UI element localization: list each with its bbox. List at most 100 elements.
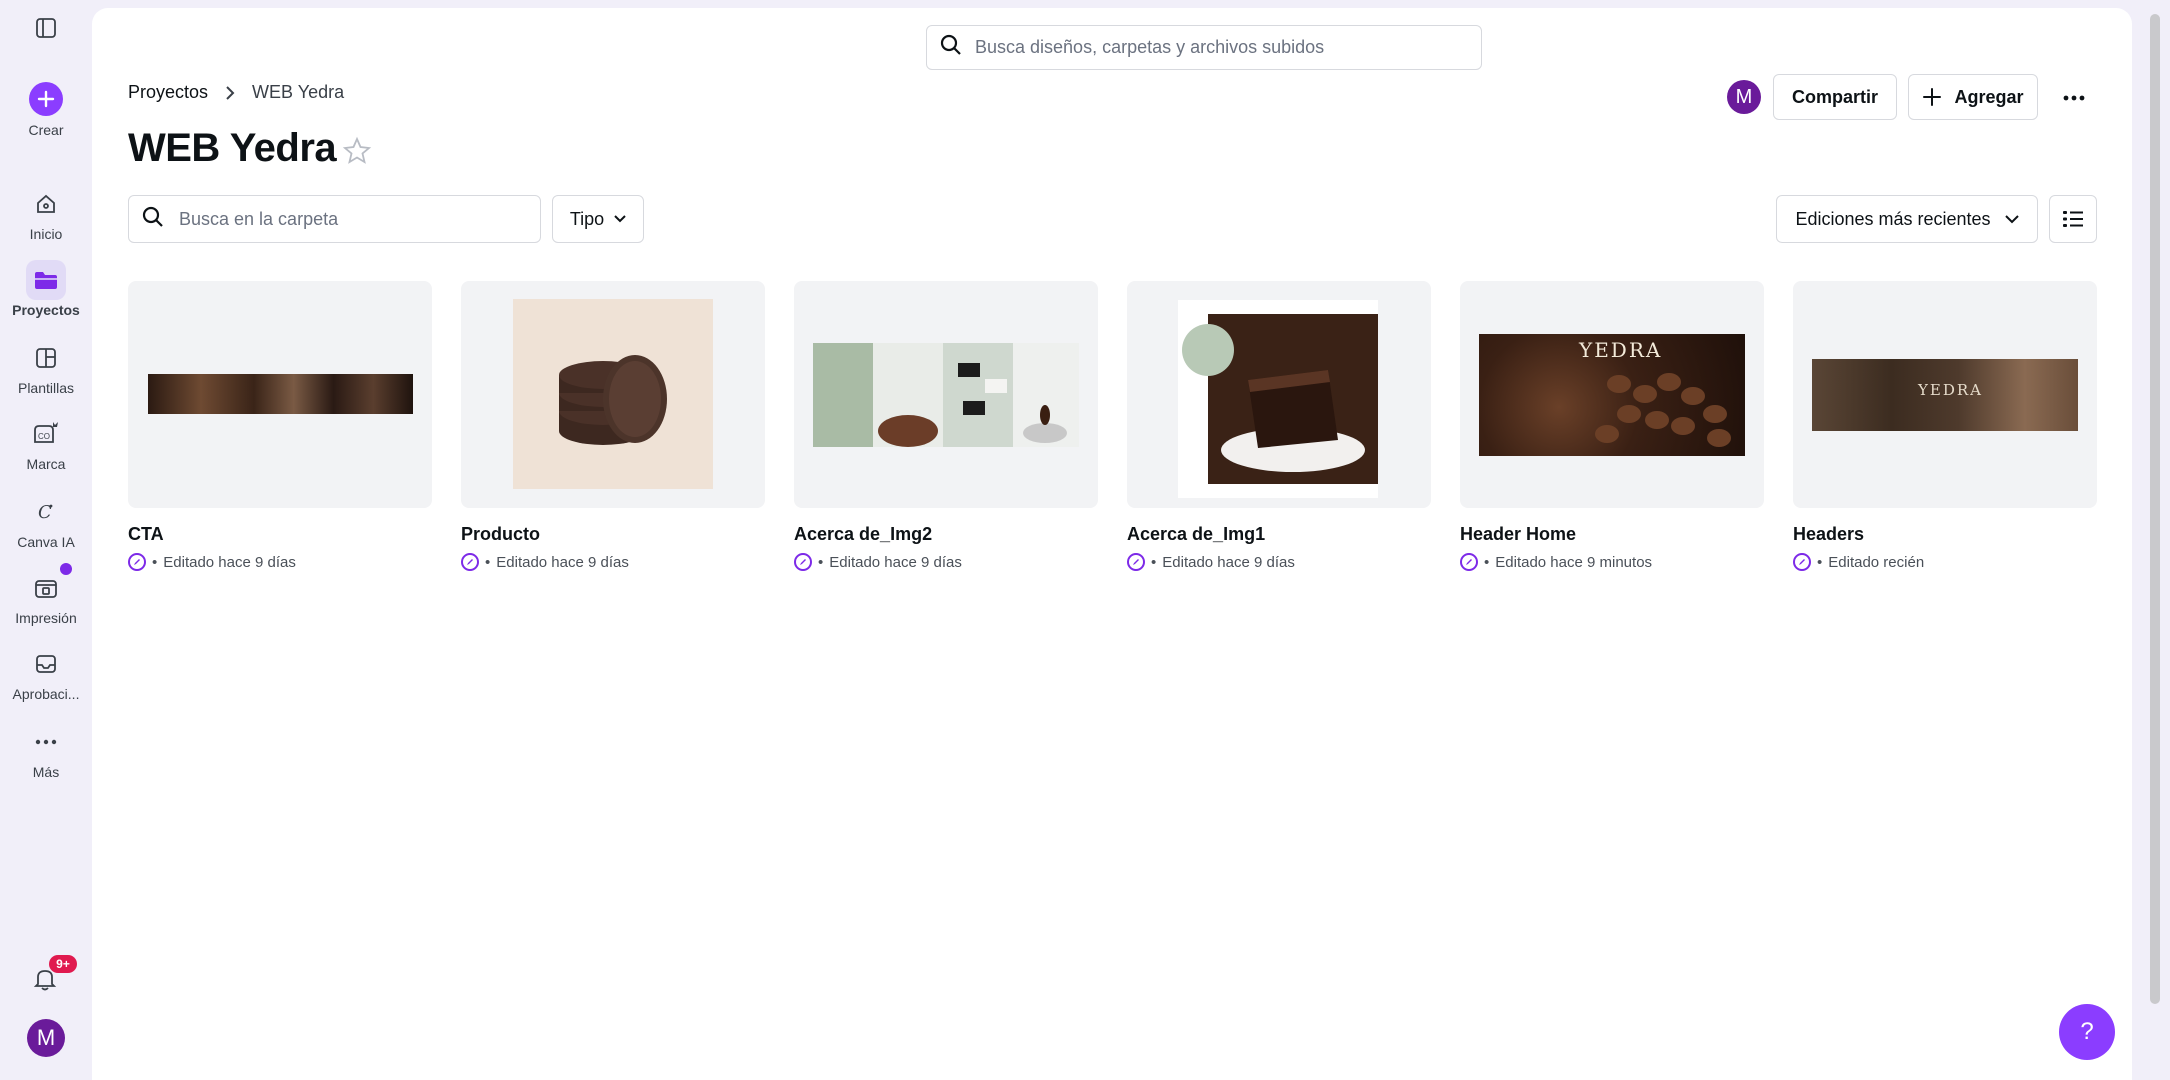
brand-icon: CO <box>26 414 66 454</box>
design-meta: • Editado hace 9 días <box>1127 553 1431 571</box>
sidebar-item-home[interactable]: Inicio <box>0 184 92 242</box>
add-button[interactable]: Agregar <box>1908 74 2038 120</box>
logo-text: YEDRA <box>1918 381 1984 399</box>
design-thumbnail[interactable]: YEDRA <box>1460 281 1764 508</box>
star-icon[interactable] <box>342 136 372 171</box>
home-icon <box>26 184 66 224</box>
design-meta: • Editado recién <box>1793 553 2097 571</box>
sidebar-item-canva-ai[interactable]: C Canva IA <box>0 492 92 550</box>
page-title: WEB Yedra <box>128 126 337 170</box>
design-title[interactable]: Producto <box>461 524 765 545</box>
sidebar-item-label: Canva IA <box>17 534 75 550</box>
design-edited-text: Editado hace 9 días <box>829 553 962 571</box>
sidebar-item-more[interactable]: Más <box>0 722 92 780</box>
design-meta: • Editado hace 9 días <box>461 553 765 571</box>
add-button-label: Agregar <box>1954 86 2024 107</box>
design-card[interactable]: YEDRA Headers • Editado recién <box>1793 281 2097 571</box>
edit-icon <box>794 553 812 571</box>
collaborator-avatar[interactable]: M <box>1727 80 1761 114</box>
sidebar-item-approvals[interactable]: Aprobaci... <box>0 644 92 702</box>
canva-ai-icon: C <box>26 492 66 532</box>
headers-image: YEDRA <box>1812 359 2078 431</box>
design-thumbnail[interactable] <box>794 281 1098 508</box>
design-thumbnail[interactable] <box>128 281 432 508</box>
sidebar-item-create[interactable]: Crear <box>0 82 92 138</box>
header-home-image: YEDRA <box>1479 334 1745 456</box>
folder-icon <box>26 260 66 300</box>
edit-icon <box>128 553 146 571</box>
sidebar-item-print[interactable]: Impresión <box>0 568 92 626</box>
design-card[interactable]: YEDRA Header Home • Editado hace 9 minut… <box>1460 281 1764 571</box>
search-icon <box>141 205 165 234</box>
global-search-input[interactable]: Busca diseños, carpetas y archivos subid… <box>926 25 1482 70</box>
sidebar-item-label: Inicio <box>29 226 63 242</box>
search-placeholder: Busca diseños, carpetas y archivos subid… <box>975 37 1325 57</box>
sidebar-item-label: Marca <box>26 456 66 472</box>
product-image <box>513 299 713 489</box>
print-shop-icon <box>26 568 66 608</box>
chevron-down-icon <box>2004 214 2019 224</box>
design-meta: • Editado hace 9 días <box>128 553 432 571</box>
help-button[interactable]: ? <box>2059 1004 2115 1060</box>
design-title[interactable]: CTA <box>128 524 432 545</box>
design-card[interactable]: Acerca de_Img2 • Editado hace 9 días <box>794 281 1098 571</box>
design-meta: • Editado hace 9 minutos <box>1460 553 1764 571</box>
design-card[interactable]: Producto • Editado hace 9 días <box>461 281 765 571</box>
sidebar-item-label: Impresión <box>15 610 77 626</box>
sidebar-item-label: Plantillas <box>17 380 75 396</box>
logo-text: YEDRA <box>1579 338 1663 362</box>
new-badge-dot <box>60 563 72 575</box>
design-title[interactable]: Headers <box>1793 524 2097 545</box>
folder-search-placeholder: Busca en la carpeta <box>179 208 339 229</box>
sidebar-item-label: Aprobaci... <box>12 686 80 702</box>
more-horizontal-icon <box>26 722 66 762</box>
design-thumbnail[interactable]: YEDRA <box>1793 281 2097 508</box>
design-title[interactable]: Acerca de_Img1 <box>1127 524 1431 545</box>
design-title[interactable]: Header Home <box>1460 524 1764 545</box>
edit-icon <box>461 553 479 571</box>
sidebar-toggle-icon[interactable] <box>34 16 58 40</box>
edit-icon <box>1460 553 1478 571</box>
type-filter-dropdown[interactable]: Tipo <box>552 195 644 243</box>
breadcrumb-item-projects[interactable]: Proyectos <box>128 82 208 103</box>
scrollbar[interactable] <box>2150 14 2160 1004</box>
design-edited-text: Editado hace 9 minutos <box>1495 553 1653 571</box>
design-edited-text: Editado hace 9 días <box>496 553 629 571</box>
chevron-right-icon <box>224 85 236 101</box>
share-button[interactable]: Compartir <box>1773 74 1897 120</box>
template-icon <box>26 338 66 378</box>
sidebar-item-templates[interactable]: Plantillas <box>0 338 92 396</box>
more-options-icon[interactable] <box>2056 84 2092 112</box>
sidebar-item-label: Crear <box>28 122 64 138</box>
sidebar-item-projects[interactable]: Proyectos <box>0 260 92 318</box>
sidebar-item-label: Proyectos <box>12 302 80 318</box>
sidebar-item-brand[interactable]: CO Marca <box>0 414 92 472</box>
cake-image-frame <box>1178 300 1378 498</box>
list-view-icon[interactable] <box>2049 195 2097 243</box>
chevron-down-icon <box>614 215 626 223</box>
inbox-icon <box>26 644 66 684</box>
edit-icon <box>1793 553 1811 571</box>
notification-count-badge: 9+ <box>49 955 77 973</box>
breadcrumb-item-current: WEB Yedra <box>252 82 345 102</box>
search-icon <box>939 33 963 62</box>
folder-search-input[interactable]: Busca en la carpeta <box>128 195 541 243</box>
design-edited-text: Editado hace 9 días <box>1162 553 1295 571</box>
sort-label: Ediciones más recientes <box>1795 208 1991 229</box>
sidebar: Crear Inicio Proyectos Plantillas CO Mar… <box>0 0 92 1080</box>
design-thumbnail[interactable] <box>1127 281 1431 508</box>
account-avatar[interactable]: M <box>27 1019 65 1057</box>
sort-dropdown[interactable]: Ediciones más recientes <box>1776 195 2038 243</box>
design-title[interactable]: Acerca de_Img2 <box>794 524 1098 545</box>
design-card[interactable]: Acerca de_Img1 • Editado hace 9 días <box>1127 281 1431 571</box>
design-card[interactable]: CTA • Editado hace 9 días <box>128 281 432 571</box>
breadcrumb: Proyectos WEB Yedra <box>128 82 344 103</box>
edit-icon <box>1127 553 1145 571</box>
design-thumbnail[interactable] <box>461 281 765 508</box>
chocolate-banner-image <box>148 374 413 414</box>
design-meta: • Editado hace 9 días <box>794 553 1098 571</box>
collage-image <box>813 343 1079 447</box>
design-edited-text: Editado hace 9 días <box>163 553 296 571</box>
design-edited-text: Editado recién <box>1828 553 1925 571</box>
sidebar-item-label: Más <box>32 764 60 780</box>
